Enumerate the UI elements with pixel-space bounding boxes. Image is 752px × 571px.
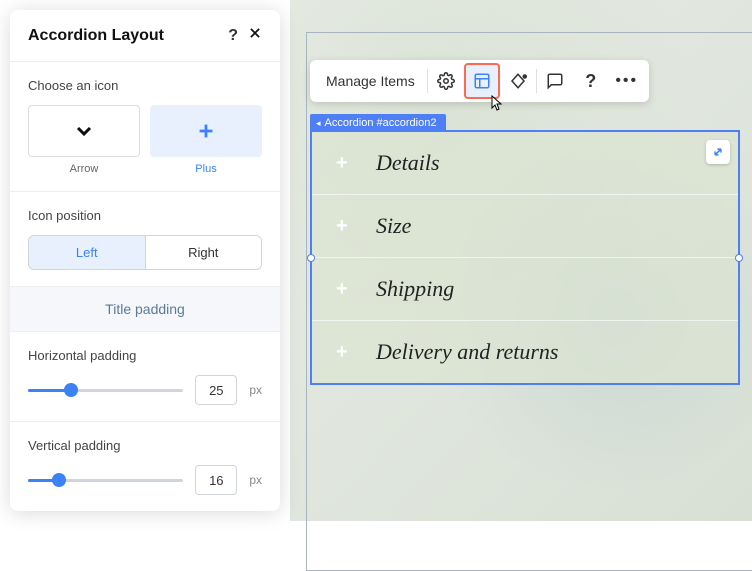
vertical-padding-slider[interactable] [28,470,183,490]
title-padding-heading: Title padding [10,287,280,332]
plus-icon: + [336,215,356,238]
expand-icon [711,145,725,159]
manage-items-button[interactable]: Manage Items [314,73,427,89]
accordion-item-title: Size [376,213,411,239]
plus-icon [195,120,217,142]
accordion-item-title: Shipping [376,276,454,302]
layout-button[interactable] [464,63,500,99]
icon-position-section: Icon position Left Right [10,192,280,287]
horizontal-padding-section: Horizontal padding px [10,332,280,422]
icon-position-label: Icon position [28,208,262,223]
close-icon [248,26,262,40]
accordion-item[interactable]: + Size [312,195,738,258]
expand-button[interactable] [706,140,730,164]
breadcrumb-label: Accordion #accordion2 [325,117,437,129]
position-left-button[interactable]: Left [29,236,145,269]
vertical-padding-section: Vertical padding px [10,422,280,511]
more-button[interactable]: ••• [609,63,645,99]
vertical-padding-input[interactable] [195,465,237,495]
unit-label: px [249,473,262,487]
help-button[interactable]: ? [573,63,609,99]
layout-panel: Accordion Layout ? Choose an icon Arrow … [10,10,280,511]
settings-button[interactable] [428,63,464,99]
accordion-item[interactable]: + Details [312,132,738,195]
horizontal-padding-input[interactable] [195,375,237,405]
icon-choice-arrow[interactable]: Arrow [28,105,140,175]
accordion-item-title: Delivery and returns [376,339,558,365]
position-segmented-control: Left Right [28,235,262,270]
panel-title: Accordion Layout [28,27,164,45]
comment-icon [546,72,564,90]
icon-caption-arrow: Arrow [28,163,140,175]
icon-choice-plus[interactable]: Plus [150,105,262,175]
position-right-button[interactable]: Right [145,236,262,269]
accordion-element[interactable]: + Details + Size + Shipping + Delivery a… [310,130,740,385]
accordion-item-title: Details [376,150,440,176]
chevron-down-icon [72,119,96,143]
resize-handle-left[interactable] [307,254,315,262]
question-icon: ? [585,71,596,92]
choose-icon-section: Choose an icon Arrow Plus [10,62,280,192]
diamond-icon [509,72,527,90]
resize-handle-right[interactable] [735,254,743,262]
panel-help-button[interactable]: ? [228,27,238,45]
layout-icon [473,72,491,90]
gear-icon [437,72,455,90]
choose-icon-label: Choose an icon [28,78,262,93]
plus-icon: + [336,152,356,175]
ellipsis-icon: ••• [615,72,638,90]
unit-label: px [249,383,262,397]
vertical-padding-label: Vertical padding [28,438,262,453]
cursor-pointer-icon [487,95,503,115]
plus-icon: + [336,341,356,364]
horizontal-padding-slider[interactable] [28,380,183,400]
accordion-item[interactable]: + Shipping [312,258,738,321]
chevron-left-icon: ◂ [316,118,321,129]
panel-header: Accordion Layout ? [10,10,280,62]
comment-button[interactable] [537,63,573,99]
panel-close-button[interactable] [248,26,262,45]
plus-icon: + [336,278,356,301]
design-button[interactable] [500,63,536,99]
accordion-item[interactable]: + Delivery and returns [312,321,738,383]
horizontal-padding-label: Horizontal padding [28,348,262,363]
icon-caption-plus: Plus [150,163,262,175]
element-toolbar: Manage Items ? ••• [310,60,649,102]
